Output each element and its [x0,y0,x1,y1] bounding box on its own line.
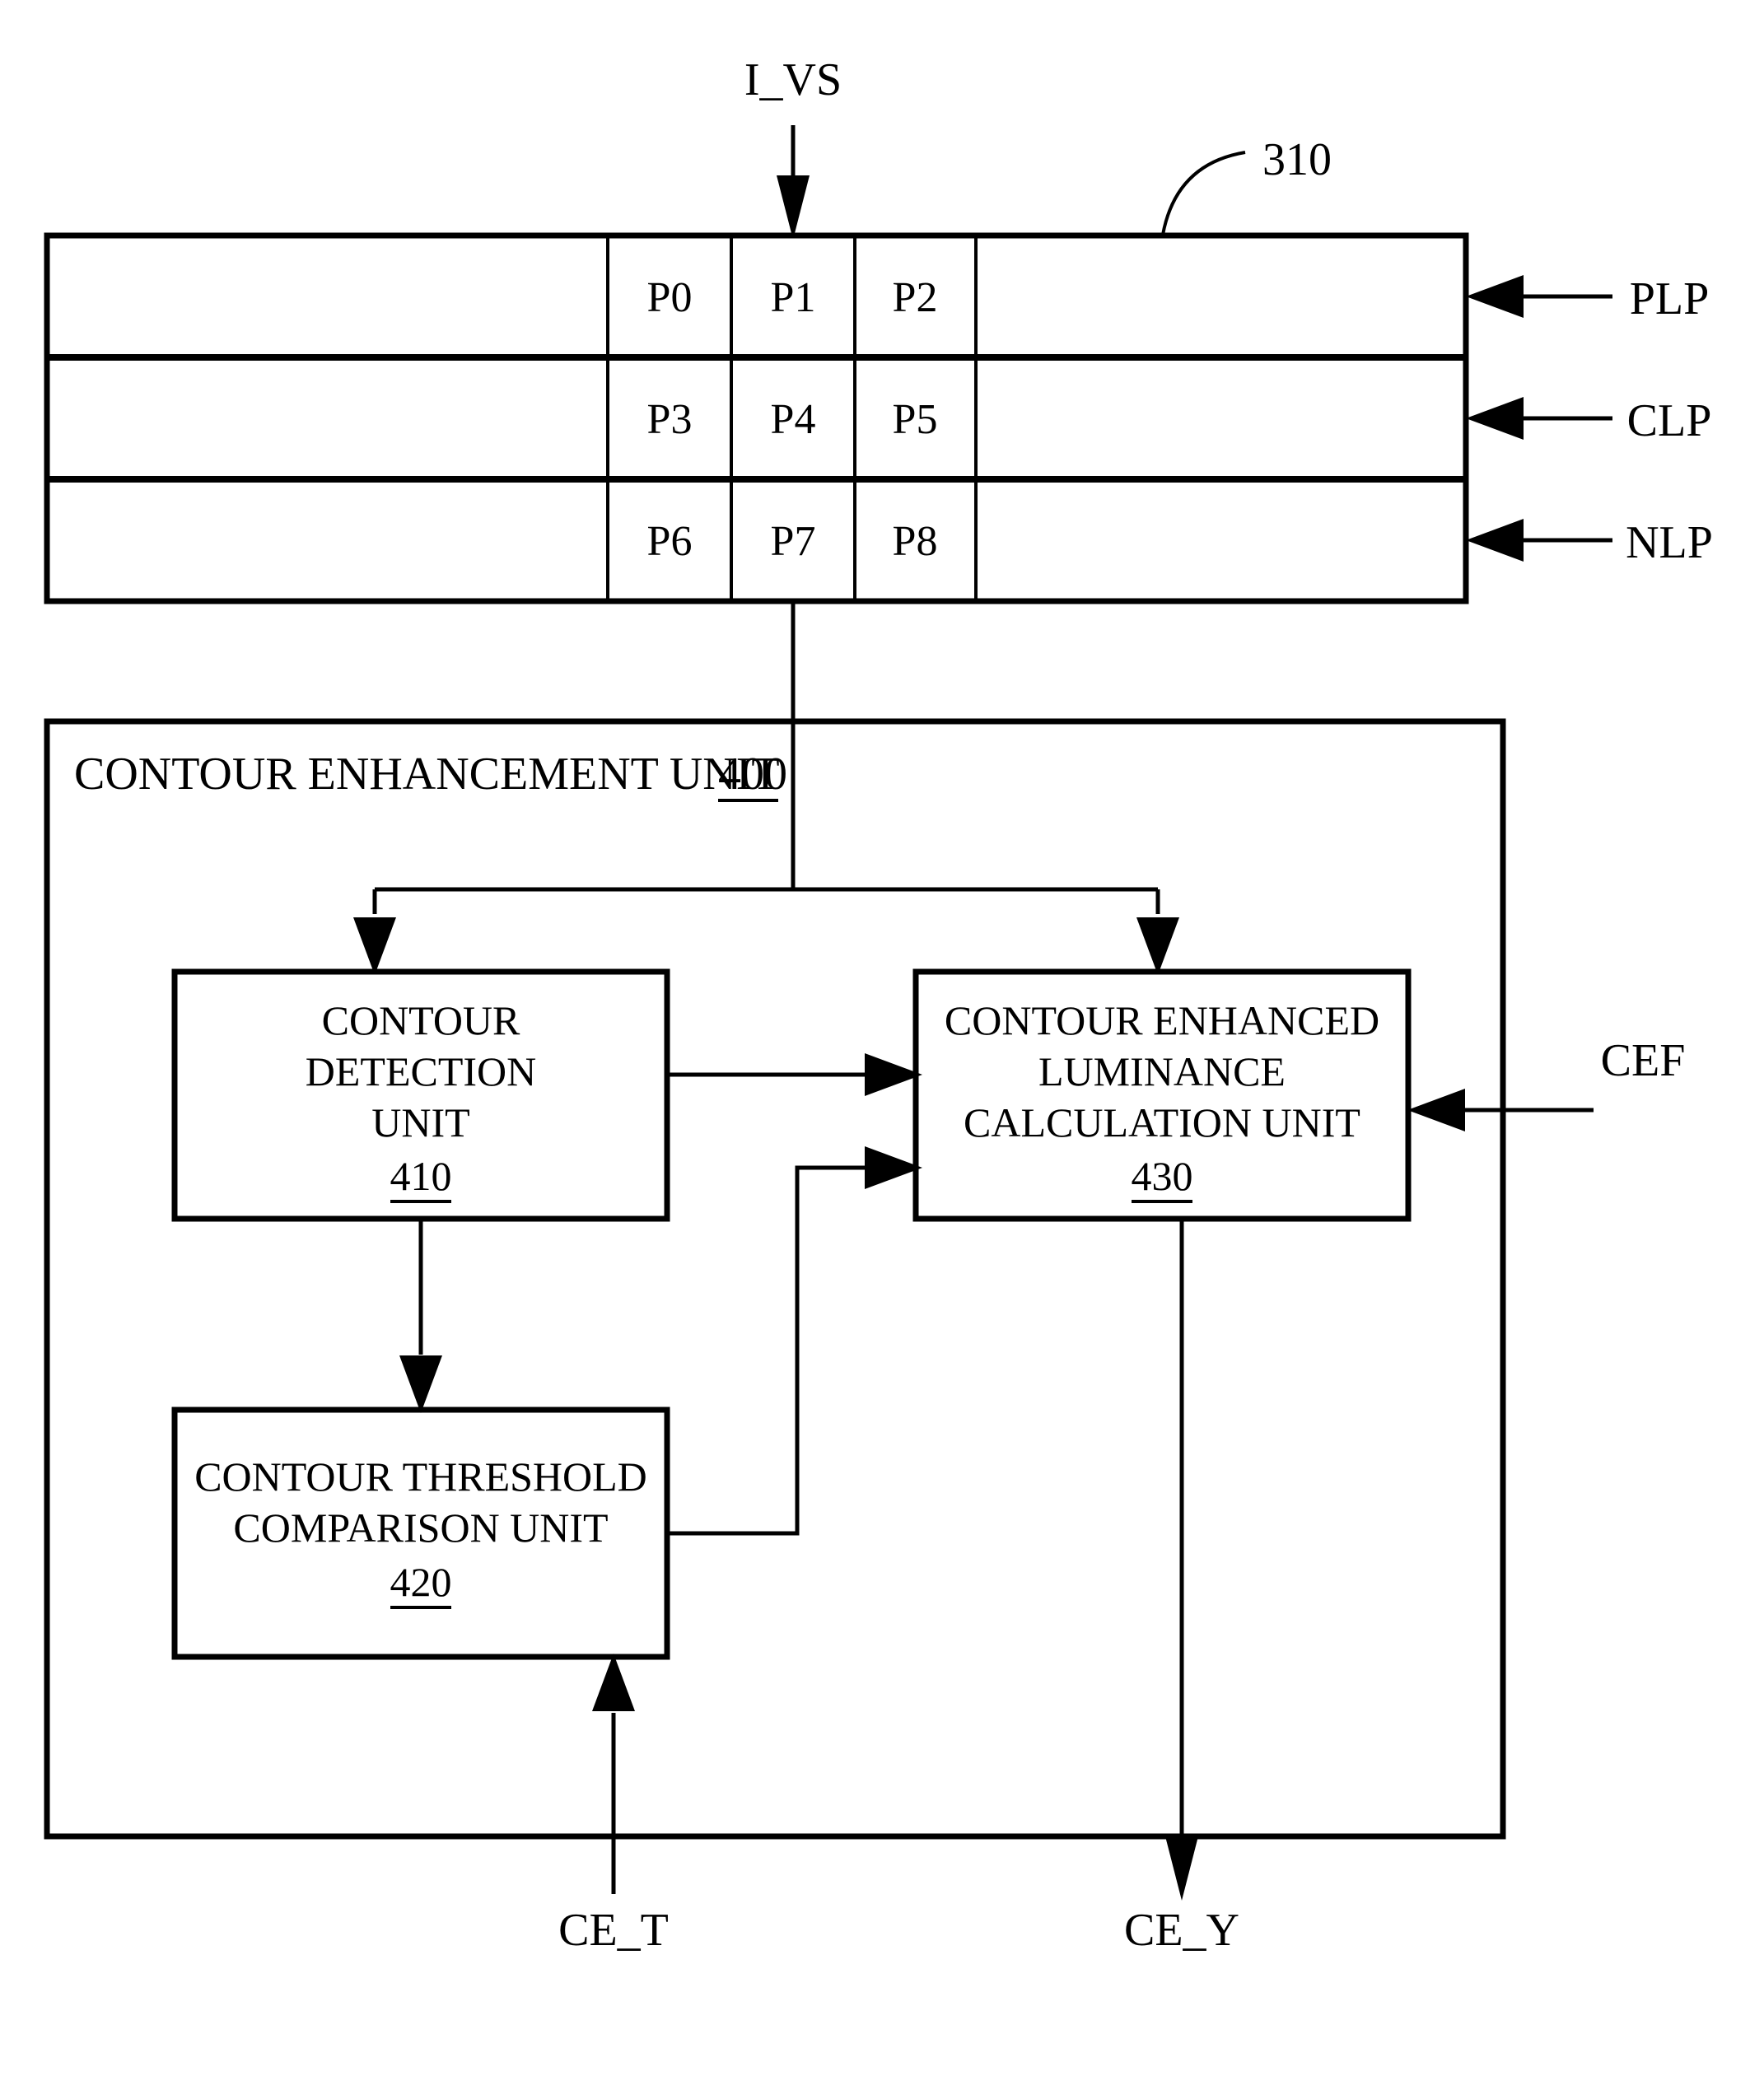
pixel-cell-p6: P6 [647,518,693,565]
pixel-cell-p1: P1 [771,274,816,321]
row-input-plp: PLP [1466,273,1709,324]
pixel-cell-p2: P2 [893,274,938,321]
pixel-cell-p3: P3 [647,396,693,443]
cef-arrowhead [1407,1089,1465,1131]
clp-arrowhead [1466,397,1524,440]
contour-detection-unit-line-1: CONTOUR [322,997,520,1043]
signal-label-ce-y: CE_Y [1124,1905,1239,1956]
signal-label-plp: PLP [1630,273,1710,324]
pixel-cell-p8: P8 [893,518,938,565]
signal-label-cef: CEF [1601,1035,1686,1086]
input-signal-cef: CEF [1407,1035,1685,1131]
contour-threshold-comparison-unit-block[interactable]: CONTOUR THRESHOLD COMPARISON UNIT 420 [171,1407,670,1660]
contour-detection-unit-line-2: DETECTION [306,1048,537,1094]
signal-label-clp: CLP [1627,395,1712,446]
i-vs-arrowhead [777,175,810,240]
connector-410-to-420-arrowhead [399,1355,442,1413]
plp-arrowhead [1466,275,1524,318]
contour-enhanced-luminance-calculation-unit-number: 430 [1132,1153,1193,1199]
contour-detection-unit-line-3: UNIT [371,1099,469,1145]
contour-threshold-comparison-unit-line-2: COMPARISON UNIT [233,1505,608,1551]
signal-label-i-vs: I_VS [744,54,842,105]
contour-enhancement-unit-number: 400 [718,749,787,800]
figure-root: I_VS 310 P0 P1 P2 P3 P4 P5 P6 P7 P8 PLP … [0,0,1764,2090]
input-signal-ce-t: CE_T [558,1654,669,1956]
connector-410-to-420 [399,1219,442,1413]
nlp-arrowhead [1466,519,1524,562]
input-signal-i-vs: I_VS [744,54,842,240]
contour-detection-unit-number: 410 [390,1153,452,1199]
pixel-window-table: P0 P1 P2 P3 P4 P5 P6 P7 P8 [44,232,1469,604]
pixel-cell-p5: P5 [893,396,938,443]
block-diagram-canvas: I_VS 310 P0 P1 P2 P3 P4 P5 P6 P7 P8 PLP … [44,54,1713,1956]
connector-420-to-430-path [667,1165,870,1536]
contour-enhanced-luminance-calculation-unit-line-2: LUMINANCE [1038,1048,1286,1094]
contour-enhanced-luminance-calculation-unit-block[interactable]: CONTOUR ENHANCED LUMINANCE CALCULATION U… [912,968,1412,1222]
ce-t-arrowhead [592,1654,635,1711]
pixel-window-outer-border [44,232,1469,604]
pixel-cell-p0: P0 [647,274,693,321]
row-input-clp: CLP [1466,395,1711,446]
pixel-cell-p7: P7 [771,518,816,565]
reference-310: 310 [1161,134,1332,236]
row-input-nlp: NLP [1466,517,1713,568]
contour-enhancement-unit-title: CONTOUR ENHANCEMENT UNIT [74,749,780,800]
connector-420-to-430 [667,1146,922,1536]
contour-threshold-comparison-unit-number: 420 [390,1559,452,1605]
ceu-bus-right-arrowhead [1136,917,1179,975]
reference-310-label: 310 [1262,134,1332,185]
signal-label-ce-t: CE_T [558,1905,669,1956]
reference-310-leader [1161,151,1246,236]
output-signal-ce-y: CE_Y [1124,1219,1239,1956]
contour-enhanced-luminance-calculation-unit-line-1: CONTOUR ENHANCED [945,997,1379,1043]
ceu-bus-left-arrowhead [353,917,396,975]
pixel-cell-p4: P4 [771,396,816,443]
contour-threshold-comparison-unit-line-1: CONTOUR THRESHOLD [194,1453,647,1500]
contour-detection-unit-block[interactable]: CONTOUR DETECTION UNIT 410 [171,968,670,1222]
ce-y-arrowhead [1165,1836,1198,1901]
connector-410-to-430 [667,1053,922,1096]
contour-enhanced-luminance-calculation-unit-line-3: CALCULATION UNIT [964,1099,1360,1145]
signal-label-nlp: NLP [1626,517,1713,568]
